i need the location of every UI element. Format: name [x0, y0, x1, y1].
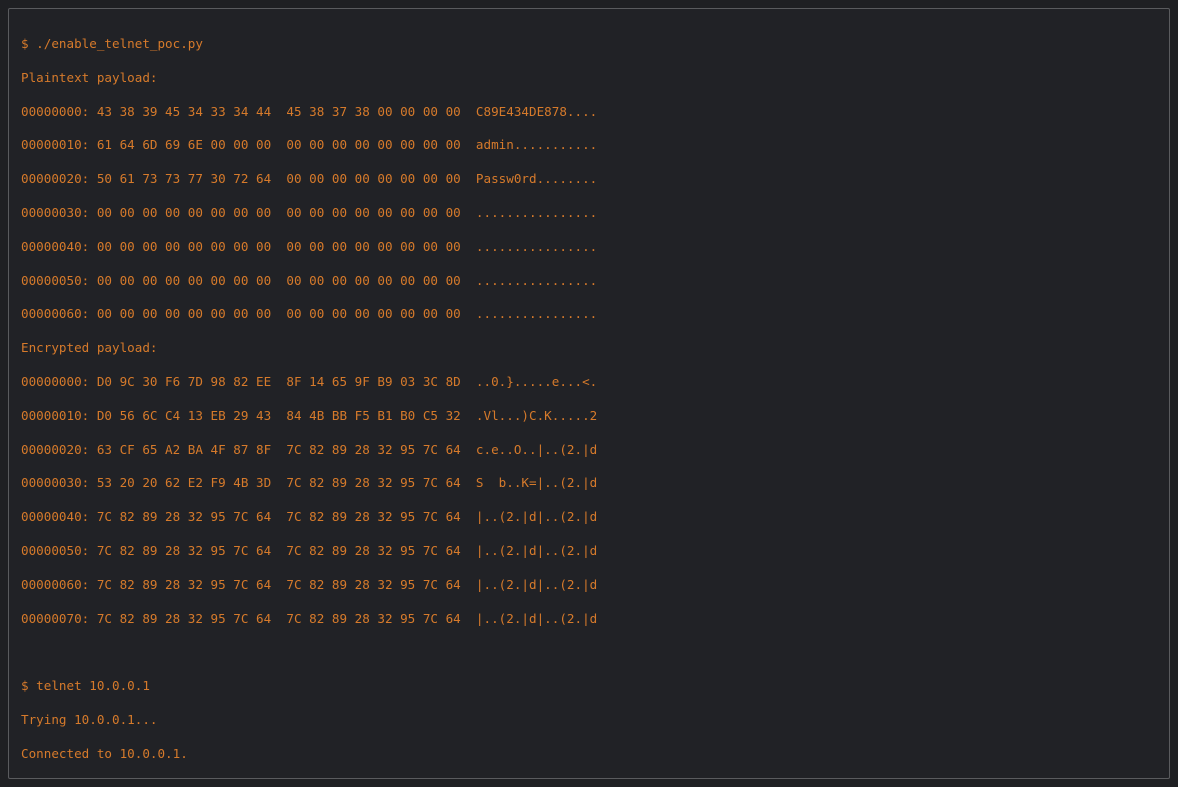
hex-row: 00000070: 7C 82 89 28 32 95 7C 64 7C 82 …: [21, 611, 597, 626]
hex-row: 00000000: 43 38 39 45 34 33 34 44 45 38 …: [21, 104, 597, 119]
hex-row: 00000040: 00 00 00 00 00 00 00 00 00 00 …: [21, 239, 597, 254]
command-line: $ ./enable_telnet_poc.py: [21, 36, 203, 51]
hex-row: 00000060: 7C 82 89 28 32 95 7C 64 7C 82 …: [21, 577, 597, 592]
plaintext-header: Plaintext payload:: [21, 70, 157, 85]
hex-row: 00000050: 7C 82 89 28 32 95 7C 64 7C 82 …: [21, 543, 597, 558]
command-line: $ telnet 10.0.0.1: [21, 678, 150, 693]
output-line: Trying 10.0.0.1...: [21, 712, 157, 727]
hex-row: 00000050: 00 00 00 00 00 00 00 00 00 00 …: [21, 273, 597, 288]
hex-row: 00000060: 00 00 00 00 00 00 00 00 00 00 …: [21, 306, 597, 321]
terminal-window: $ ./enable_telnet_poc.py Plaintext paylo…: [8, 8, 1170, 779]
hex-row: 00000030: 00 00 00 00 00 00 00 00 00 00 …: [21, 205, 597, 220]
hex-row: 00000010: D0 56 6C C4 13 EB 29 43 84 4B …: [21, 408, 597, 423]
hex-row: 00000020: 63 CF 65 A2 BA 4F 87 8F 7C 82 …: [21, 442, 597, 457]
hex-row: 00000020: 50 61 73 73 77 30 72 64 00 00 …: [21, 171, 597, 186]
hex-row: 00000010: 61 64 6D 69 6E 00 00 00 00 00 …: [21, 137, 597, 152]
hex-row: 00000040: 7C 82 89 28 32 95 7C 64 7C 82 …: [21, 509, 597, 524]
output-line: Connected to 10.0.0.1.: [21, 746, 188, 761]
hex-row: 00000030: 53 20 20 62 E2 F9 4B 3D 7C 82 …: [21, 475, 597, 490]
hex-row: 00000000: D0 9C 30 F6 7D 98 82 EE 8F 14 …: [21, 374, 597, 389]
encrypted-header: Encrypted payload:: [21, 340, 157, 355]
